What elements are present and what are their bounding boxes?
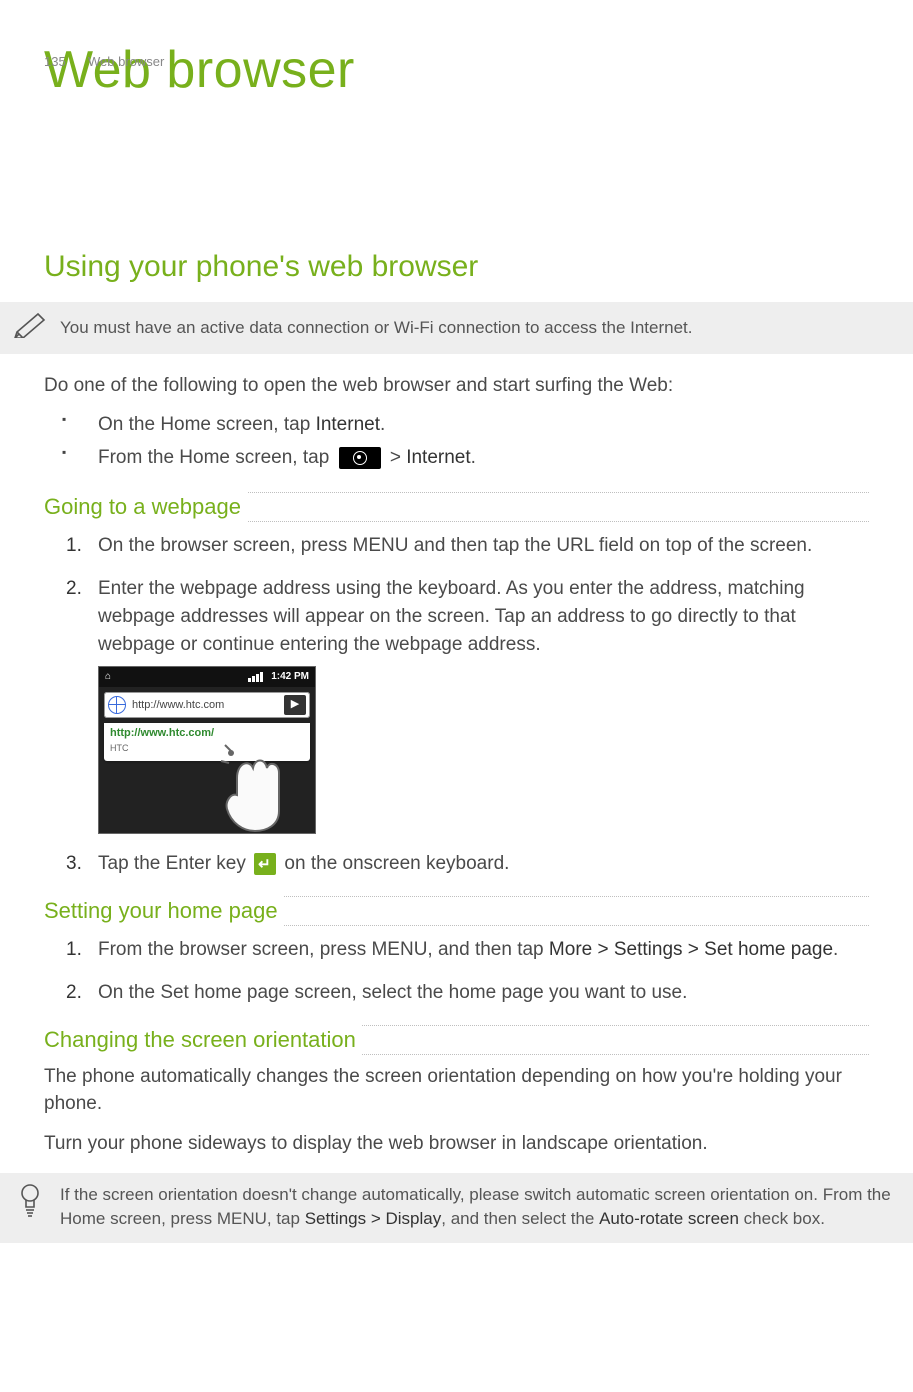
step-item: On the Set home page screen, select the … [66, 979, 869, 1007]
step-item: From the browser screen, press MENU, and… [66, 936, 869, 964]
running-title: Web browser [88, 54, 164, 69]
text: . [833, 939, 838, 960]
paragraph: The phone automatically changes the scre… [44, 1063, 869, 1118]
text: On the Home screen, tap [98, 414, 316, 435]
step-item: Tap the Enter key on the onscreen keyboa… [66, 850, 869, 878]
section-heading: Using your phone's web browser [44, 250, 913, 284]
lightbulb-icon [18, 1183, 42, 1226]
strong-text: More > Settings > Set home page [549, 939, 833, 960]
chapter-title: Web browser [44, 40, 913, 100]
finger-tap-icon [217, 733, 297, 833]
status-bar: ⌂ 1:42 PM [99, 667, 315, 687]
bullet-item: From the Home screen, tap > Internet. [62, 442, 913, 474]
url-bar: ▶ [104, 692, 310, 718]
home-icon: ⌂ [105, 670, 111, 685]
enter-key-icon [254, 853, 276, 875]
text: . [471, 447, 476, 468]
text: Tap the Enter key [98, 853, 251, 874]
page-number: 135 [44, 54, 66, 69]
step-item: On the browser screen, press MENU and th… [66, 532, 869, 560]
text: From the browser screen, press MENU, and… [98, 939, 549, 960]
text: . [380, 414, 385, 435]
url-input [130, 698, 280, 712]
globe-icon [108, 696, 126, 714]
subsection-heading: Going to a webpage [44, 492, 247, 522]
subsection-heading: Setting your home page [44, 896, 284, 926]
strong-text: Internet [406, 447, 470, 468]
note-text: You must have an active data connection … [60, 318, 693, 337]
text: From the Home screen, tap [98, 447, 335, 468]
intro-text: Do one of the following to open the web … [44, 372, 869, 400]
prerequisite-note: You must have an active data connection … [0, 302, 913, 354]
step-item: Enter the webpage address using the keyb… [66, 575, 869, 834]
strong-text: Settings > Display [305, 1209, 442, 1228]
apps-button-icon [339, 447, 381, 469]
text: Enter the webpage address using the keyb… [98, 578, 805, 654]
paragraph: Turn your phone sideways to display the … [44, 1130, 869, 1158]
phone-screenshot: ⌂ 1:42 PM ▶ http://www.htc.com/ HTC [98, 666, 316, 834]
status-time: 1:42 PM [271, 670, 309, 685]
text: , and then select the [441, 1209, 599, 1228]
tip-note: If the screen orientation doesn't change… [0, 1173, 913, 1243]
bullet-item: On the Home screen, tap Internet. [62, 409, 913, 441]
strong-text: Internet [316, 414, 380, 435]
signal-icon [248, 672, 263, 682]
text: check box. [739, 1209, 825, 1228]
pencil-icon [14, 312, 48, 345]
strong-text: Auto-rotate screen [599, 1209, 739, 1228]
subsection-heading: Changing the screen orientation [44, 1025, 362, 1055]
go-button: ▶ [284, 695, 306, 715]
text: on the onscreen keyboard. [279, 853, 509, 874]
text: > [385, 447, 407, 468]
